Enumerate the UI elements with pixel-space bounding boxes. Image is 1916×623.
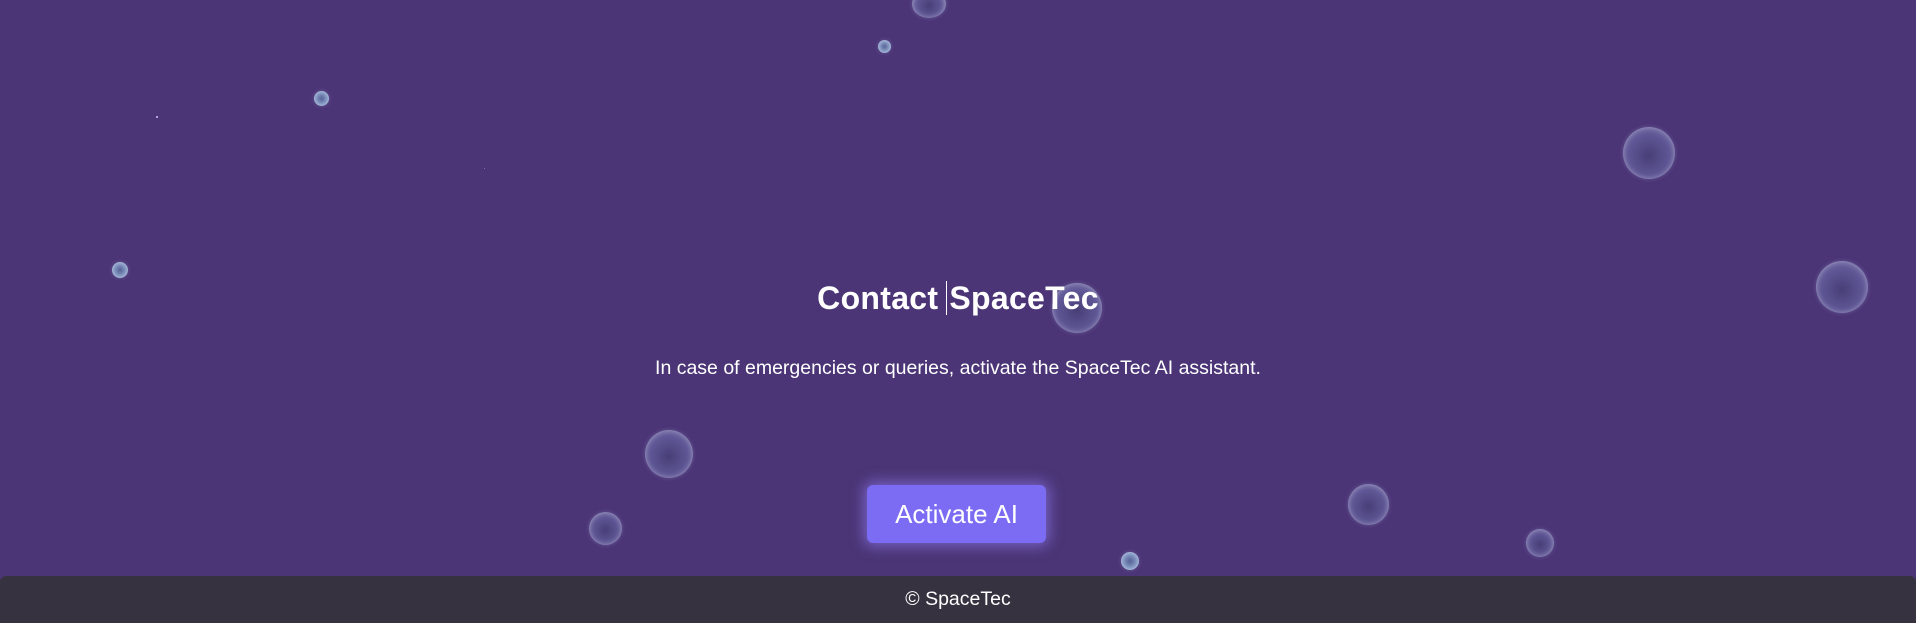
star-dot [484, 168, 485, 169]
activate-ai-button[interactable]: Activate AI [867, 485, 1046, 543]
page-title-part1: Contact [817, 280, 939, 316]
page-title: Contact SpaceTec [0, 280, 1916, 317]
bubble-decoration [589, 512, 622, 545]
footer: © SpaceTec [0, 576, 1916, 623]
bubble-decoration [1526, 529, 1554, 557]
footer-copyright: © SpaceTec [905, 588, 1011, 610]
bubble-decoration [878, 40, 891, 53]
contact-description: In case of emergencies or queries, activ… [655, 357, 1261, 379]
star-dot [156, 116, 158, 118]
bubble-decoration [1348, 484, 1389, 525]
bubble-decoration [645, 430, 693, 478]
page-title-part2: SpaceTec [949, 280, 1099, 316]
bubble-decoration [1623, 127, 1675, 179]
text-caret [946, 281, 948, 315]
bubble-decoration [314, 91, 329, 106]
bubble-decoration [912, 0, 946, 18]
bubble-decoration [1121, 552, 1139, 570]
bubble-decoration [112, 262, 128, 278]
